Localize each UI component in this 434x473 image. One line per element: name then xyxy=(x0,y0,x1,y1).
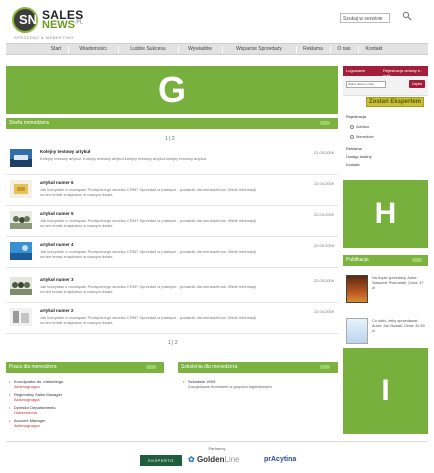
collapse-handle-icon[interactable] xyxy=(320,121,330,125)
article-date: 22.03.2009 xyxy=(313,243,334,248)
article-excerpt: Jak korzystać z rozwiązań Podręcznego se… xyxy=(40,315,257,325)
nav-divider xyxy=(118,46,119,53)
nav-ludzie-sukcesu[interactable]: Ludzie Sukcesu xyxy=(120,44,176,55)
login-link[interactable]: Logowanie xyxy=(346,68,365,73)
nav-divider xyxy=(222,46,223,53)
search-icon[interactable] xyxy=(402,11,412,21)
article-thumbnail[interactable] xyxy=(10,308,32,326)
email-field[interactable]: Wpisz adres e-mail xyxy=(346,81,386,88)
logo-mark: SN xyxy=(12,7,38,33)
job-item[interactable]: Regionalny Sales ManagerAktivnogruppa xyxy=(9,392,62,402)
job-item[interactable]: Account ManagerAktivnogruppa xyxy=(9,418,45,428)
nav-divider xyxy=(358,46,359,53)
radio-advisor[interactable]: Advisor xyxy=(350,124,369,129)
book-cover-image[interactable] xyxy=(346,318,368,344)
section-header-trainings: Szkolenia dla menedżera xyxy=(178,362,338,373)
nav-divider xyxy=(330,46,331,53)
pagination-bottom[interactable]: 1 | 2 xyxy=(168,340,178,346)
article-date: 22.03.2009 xyxy=(313,309,334,314)
nav-kontakt[interactable]: Kontakt xyxy=(360,44,388,55)
article-thumbnail[interactable] xyxy=(10,277,32,295)
article-title[interactable]: artykuł numer 5 xyxy=(40,211,74,216)
nav-start[interactable]: Start xyxy=(46,44,66,55)
radio-icon xyxy=(350,125,354,129)
article-excerpt: Jak korzystać z rozwiązań Podręcznego se… xyxy=(40,249,257,259)
section-header-strefa: Strefa menedżera xyxy=(6,118,338,129)
pagination-top[interactable]: 1 | 2 xyxy=(165,136,175,142)
article-title[interactable]: artykuł numer 2 xyxy=(40,308,74,313)
login-button[interactable]: Zapisz xyxy=(409,80,425,88)
job-item[interactable]: Koordynator ds. marketinguAktivnogruppa xyxy=(9,379,63,389)
list-item[interactable]: artykuł numer 4 Jak korzystać z rozwiąza… xyxy=(6,240,338,268)
banner-placeholder-g: G xyxy=(6,66,338,114)
section-title: Szkolenia dla menedżera xyxy=(181,364,238,370)
article-title[interactable]: Kolejny testowy artykuł xyxy=(40,149,90,154)
section-title: Strefa menedżera xyxy=(9,120,49,126)
article-date: 22.03.2009 xyxy=(313,278,334,283)
search-input[interactable]: Szukaj w serwisie xyxy=(340,13,390,23)
list-item[interactable]: artykuł numer 6 Jak korzystać z rozwiąza… xyxy=(6,178,338,206)
training-item[interactable]: Szkolenie 2009Zarządzanie finansami w gr… xyxy=(183,379,272,389)
article-title[interactable]: artykuł numer 6 xyxy=(40,180,74,185)
nav-divider xyxy=(178,46,179,53)
nav-wywiadow[interactable]: Wywiadów xyxy=(180,44,220,55)
become-expert-button[interactable]: Zostań Ekspertem xyxy=(366,97,424,107)
article-date: 22.03.2009 xyxy=(313,212,334,217)
job-item[interactable]: Dyrektor DepartamentuOstrzestrona xyxy=(9,405,56,415)
logo-news: NEWS.PL xyxy=(42,19,83,31)
radio-icon xyxy=(350,135,354,139)
collapse-handle-icon[interactable] xyxy=(320,365,330,369)
nav-divider xyxy=(68,46,69,53)
main-navigation: Start Wiadomości Ludzie Sukcesu Wywiadów… xyxy=(6,43,428,55)
sidebar-link[interactable]: Kontakt xyxy=(346,162,360,167)
ad-placeholder-h: H xyxy=(343,180,428,248)
partner-logo-goldenline[interactable]: ✿ GoldenLine xyxy=(188,455,240,464)
sidebar-link[interactable]: Dostęp totalny xyxy=(346,154,372,159)
list-item[interactable]: artykuł numer 3 Jak korzystać z rozwiąza… xyxy=(6,275,338,303)
section-title: Praca dla menedżera xyxy=(9,364,57,370)
collapse-handle-icon[interactable] xyxy=(412,258,422,262)
article-date: 21.03.2009 xyxy=(313,150,334,155)
article-thumbnail[interactable] xyxy=(10,242,32,260)
partner-logo-pracuj[interactable]: prAcytina xyxy=(264,456,296,463)
article-date: 22.03.2009 xyxy=(313,181,334,186)
list-item[interactable]: artykuł numer 5 Jak korzystać z rozwiąza… xyxy=(6,209,338,237)
list-item[interactable]: artykuł numer 2 Jak korzystać z rozwiąza… xyxy=(6,306,338,334)
section-header-jobs: Praca dla menedżera xyxy=(6,362,164,373)
logo-tagline: SPRZEDAŻ & MARKETING xyxy=(14,35,75,40)
partners-label: Partnerzy xyxy=(208,446,226,451)
article-excerpt: Jak korzystać z rozwiązań Podręcznego se… xyxy=(40,187,257,197)
nav-wsparcie-sprzedazy[interactable]: Wsparcie Sprzedaży xyxy=(224,44,294,55)
article-excerpt: Jak korzystać z rozwiązań Podręcznego se… xyxy=(40,218,257,228)
nav-divider xyxy=(296,46,297,53)
login-form: Wpisz adres e-mail Zapisz xyxy=(343,76,428,96)
article-thumbnail[interactable] xyxy=(10,180,32,198)
article-title[interactable]: artykuł numer 3 xyxy=(40,277,74,282)
publication-info[interactable]: Na tropie sprzedaży. Autor: Sławomir Pio… xyxy=(372,276,427,291)
book-cover-image[interactable] xyxy=(346,275,368,303)
nav-reklama[interactable]: Reklama xyxy=(298,44,328,55)
sidebar-link[interactable]: Reklama xyxy=(346,146,362,151)
publications-header: Publikacje xyxy=(343,255,428,266)
article-thumbnail[interactable] xyxy=(10,211,32,229)
collapse-handle-icon[interactable] xyxy=(146,365,156,369)
partner-logo-eksperto[interactable]: EKSPERTO xyxy=(140,455,182,466)
list-item[interactable]: Kolejny testowy artykuł Kolejny testowy … xyxy=(6,147,338,175)
article-thumbnail[interactable] xyxy=(10,149,32,167)
article-excerpt: Jak korzystać z rozwiązań Podręcznego se… xyxy=(40,284,257,294)
site-logo[interactable]: SN SALES NEWS.PL SPRZEDAŻ & MARKETING xyxy=(12,7,98,40)
nav-wiadomosci[interactable]: Wiadomości xyxy=(70,44,116,55)
article-title[interactable]: artykuł numer 4 xyxy=(40,242,74,247)
article-excerpt: Kolejny testowy artykuł. Kolejny testowy… xyxy=(40,156,207,161)
sidebar-heading: Rejestracja xyxy=(346,114,367,119)
footer-divider xyxy=(6,441,428,442)
nav-o-nas[interactable]: O nas xyxy=(332,44,356,55)
radio-manager[interactable]: Menedżer xyxy=(350,134,374,139)
login-header: Logowanie Rejestracja zmiany e-mail xyxy=(343,66,428,78)
ad-placeholder-i: I xyxy=(343,348,428,434)
publication-info[interactable]: Co robić, żeby sprzedawać. Autor: Jan No… xyxy=(372,319,427,334)
